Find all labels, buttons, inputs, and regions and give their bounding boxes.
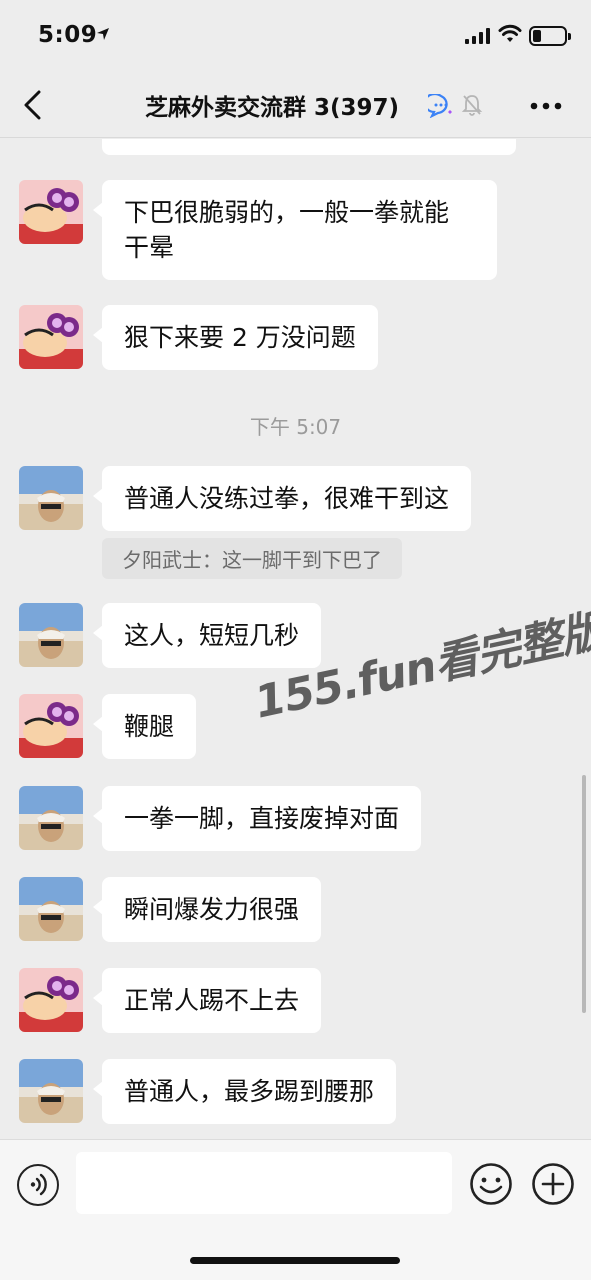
- scrollbar[interactable]: [582, 775, 586, 1013]
- avatar-photo[interactable]: [19, 603, 83, 667]
- ellipsis-icon[interactable]: [530, 102, 562, 110]
- message-input[interactable]: [76, 1152, 452, 1214]
- avatar-photo[interactable]: [19, 466, 83, 530]
- message-bubble[interactable]: 鞭腿: [92, 694, 197, 759]
- message-bubble[interactable]: 瞬间爆发力很强: [92, 877, 322, 942]
- avatar-cartoon[interactable]: [19, 305, 83, 369]
- emoji-icon[interactable]: [469, 1162, 513, 1206]
- message-text: 下巴很脆弱的，一般一拳就能 干晕: [124, 198, 450, 262]
- plus-circle-icon[interactable]: [531, 1162, 575, 1206]
- chevron-left-icon[interactable]: [22, 90, 44, 120]
- message-text: 这人，短短几秒: [124, 621, 300, 650]
- avatar-photo[interactable]: [19, 1059, 83, 1123]
- home-indicator: [190, 1257, 400, 1264]
- message-text: 普通人，最多踢到腰那: [124, 1077, 375, 1106]
- quote-text: 夕阳武士：这一脚干到下巴了: [122, 548, 382, 572]
- message-bubble-partial: [102, 139, 516, 155]
- bell-muted-icon: [461, 95, 483, 116]
- battery-icon: [529, 26, 571, 46]
- message-text: 一拳一脚，直接废掉对面: [124, 804, 400, 833]
- voice-icon: [30, 1173, 47, 1196]
- avatar-photo[interactable]: [19, 877, 83, 941]
- message-text: 正常人踢不上去: [124, 986, 300, 1015]
- avatar-photo[interactable]: [19, 786, 83, 850]
- message-text: 狠下来要 2 万没问题: [124, 323, 356, 352]
- chat-title: 芝麻外卖交流群 3(397): [145, 95, 400, 121]
- avatar-cartoon[interactable]: [19, 968, 83, 1032]
- avatar-cartoon[interactable]: [19, 180, 83, 244]
- message-text: 瞬间爆发力很强: [124, 895, 300, 924]
- voice-button[interactable]: [17, 1164, 59, 1206]
- timestamp: 下午 5:07: [249, 415, 342, 439]
- message-bubble[interactable]: 普通人，最多踢到腰那: [92, 1059, 397, 1124]
- status-time: 5:09: [38, 22, 98, 48]
- input-bar: [0, 1139, 591, 1280]
- message-bubble[interactable]: 下巴很脆弱的，一般一拳就能 干晕: [93, 180, 497, 280]
- cellular-signal-icon: [465, 28, 490, 44]
- message-bubble[interactable]: 正常人踢不上去: [92, 968, 322, 1033]
- message-bubble[interactable]: 普通人没练过拳，很难干到这: [92, 466, 472, 531]
- status-bar: 5:09: [0, 0, 591, 72]
- message-bubble[interactable]: 这人，短短几秒: [92, 603, 322, 668]
- message-bubble[interactable]: 一拳一脚，直接废掉对面: [92, 786, 422, 851]
- message-text: 普通人没练过拳，很难干到这: [124, 484, 450, 513]
- avatar-cartoon[interactable]: [19, 694, 83, 758]
- message-bubble[interactable]: 狠下来要 2 万没问题: [93, 305, 378, 370]
- wifi-icon: [498, 24, 522, 42]
- location-arrow-icon: [97, 28, 109, 40]
- quoted-message[interactable]: 夕阳武士：这一脚干到下巴了: [102, 538, 402, 579]
- group-chat-icon: [428, 94, 452, 118]
- message-text: 鞭腿: [124, 712, 175, 741]
- chat-header: 芝麻外卖交流群 3(397): [0, 72, 591, 138]
